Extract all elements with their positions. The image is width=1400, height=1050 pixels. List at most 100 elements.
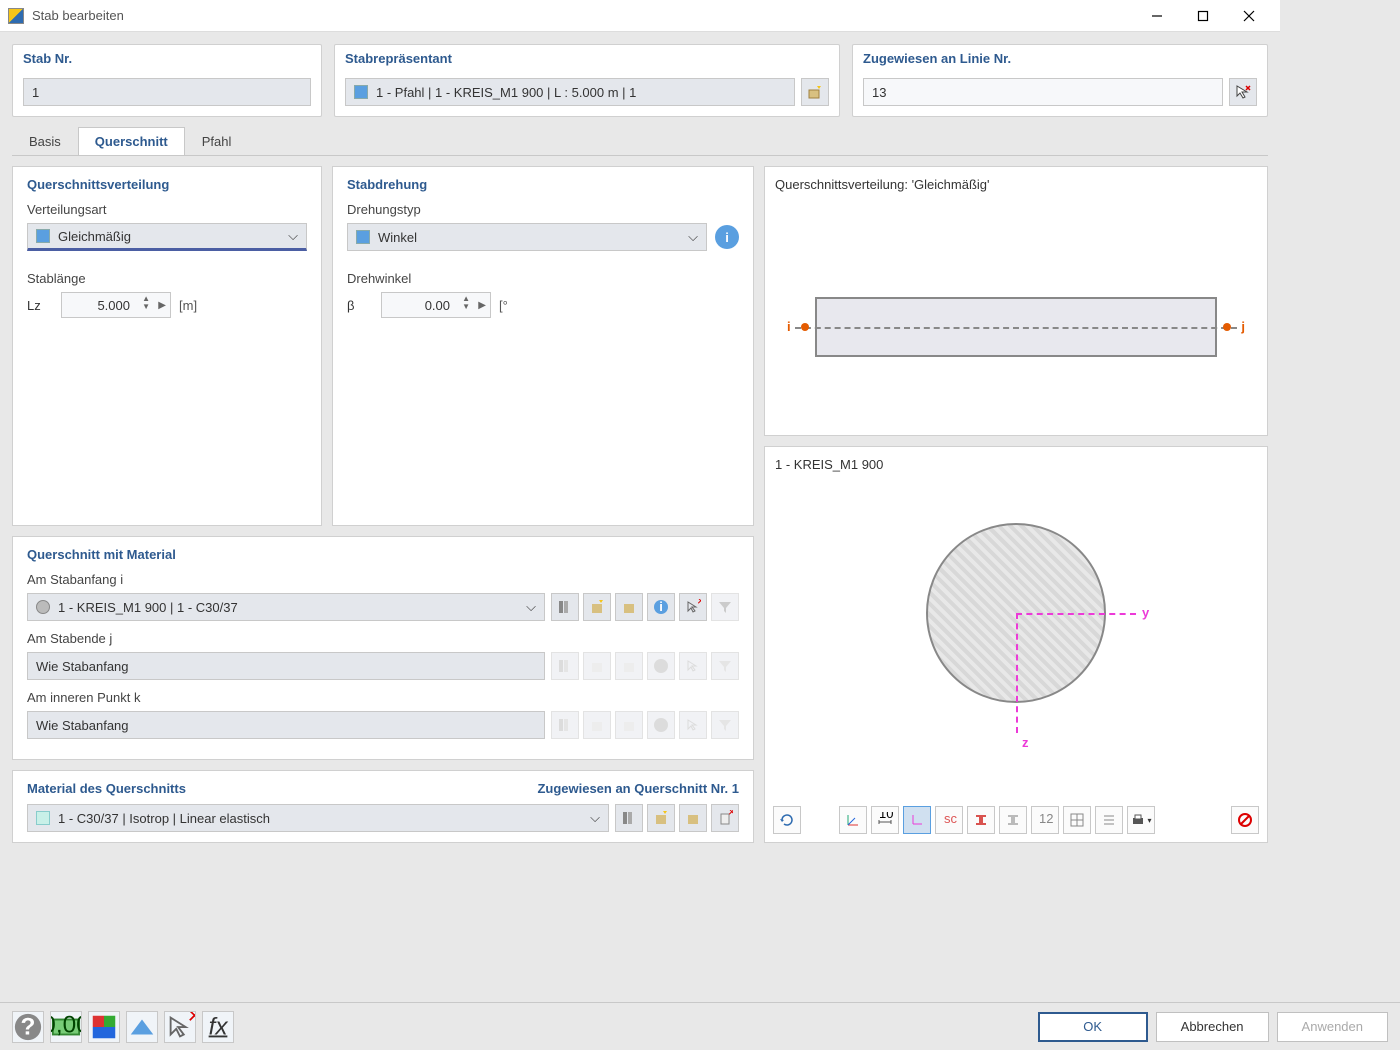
preview2-title: 1 - KREIS_M1 900: [775, 457, 1257, 472]
info-icon-button: [647, 711, 675, 739]
pick-line-button[interactable]: [1229, 78, 1257, 106]
swatch-icon: [356, 230, 370, 244]
cancel-button[interactable]: Abbrechen: [1156, 1012, 1269, 1042]
maximize-button[interactable]: [1180, 0, 1226, 32]
start-select[interactable]: 1 - KREIS_M1 900 | 1 - C30/37 ⌵: [27, 593, 545, 621]
end-label: Am Stabende j: [27, 631, 739, 646]
drehwinkel-unit: [°: [499, 298, 508, 313]
stab-nr-value: 1: [32, 85, 39, 100]
tab-strip: Basis Querschnitt Pfahl: [12, 127, 1268, 156]
new-button[interactable]: [647, 804, 675, 832]
preview-distribution: Querschnittsverteilung: 'Gleichmäßig' i …: [764, 166, 1268, 436]
tb-numbers-button[interactable]: 123: [1031, 806, 1059, 834]
drehungstyp-select[interactable]: Winkel ⌵: [347, 223, 707, 251]
tb-isection-button[interactable]: [967, 806, 995, 834]
svg-text:×: ×: [188, 1012, 196, 1029]
beta-symbol: β: [347, 298, 373, 313]
zugewiesen-value: 13: [872, 85, 886, 100]
repraesentant-edit-button[interactable]: [801, 78, 829, 106]
tb-cancel-button[interactable]: [1231, 806, 1259, 834]
function-button[interactable]: fx: [202, 1011, 234, 1043]
edit-button: [615, 711, 643, 739]
library-button: [551, 652, 579, 680]
stablaenge-input[interactable]: 5.000 ▲▼▶: [61, 292, 171, 318]
repraesentant-value: 1 - Pfahl | 1 - KREIS_M1 900 | L : 5.000…: [376, 85, 636, 100]
tb-isection-grey-button[interactable]: [999, 806, 1027, 834]
tab-querschnitt[interactable]: Querschnitt: [78, 127, 185, 155]
ok-button[interactable]: OK: [1038, 1012, 1148, 1042]
tb-localaxes-button[interactable]: [903, 806, 931, 834]
tb-grid-button[interactable]: [1063, 806, 1091, 834]
stablaenge-unit: [m]: [179, 298, 197, 313]
library-button[interactable]: [615, 804, 643, 832]
stablaenge-label: Stablänge: [27, 271, 307, 286]
new-button[interactable]: [583, 593, 611, 621]
end-select[interactable]: Wie Stabanfang: [27, 652, 545, 680]
tb-refresh-button[interactable]: [773, 806, 801, 834]
units-button[interactable]: 0,00: [50, 1011, 82, 1043]
help-button[interactable]: ?: [12, 1011, 44, 1043]
beam-centerline: [795, 327, 1237, 329]
preview-toolbar: 100 sc 123 ▾: [773, 806, 1259, 834]
verteilungsart-value: Gleichmäßig: [58, 229, 131, 244]
section-swatch-icon: [36, 600, 50, 614]
material-title: Querschnitt mit Material: [27, 547, 739, 562]
svg-text:100: 100: [879, 812, 893, 821]
filter-button[interactable]: [711, 593, 739, 621]
pick-button[interactable]: ×: [679, 593, 707, 621]
library-button: [551, 711, 579, 739]
drehung-title: Stabdrehung: [347, 177, 739, 192]
material-querschnitt-panel: Material des Querschnitts Zugewiesen an …: [12, 770, 754, 843]
bottom-bar: ? 0,00 × fx OK Abbrechen Anwenden: [0, 1002, 1400, 1050]
tb-list-button[interactable]: [1095, 806, 1123, 834]
tb-sc-button[interactable]: sc: [935, 806, 963, 834]
node-j: [1223, 323, 1231, 331]
material-swatch-icon: [36, 811, 50, 825]
preview-section: 1 - KREIS_M1 900 y z 100 sc 123 ▾: [764, 446, 1268, 843]
pick-button: [679, 652, 707, 680]
new-button: [583, 711, 611, 739]
swatch-icon: [36, 229, 50, 243]
zugewiesen-card: Zugewiesen an Linie Nr. 13: [852, 44, 1268, 117]
verteilung-title: Querschnittsverteilung: [27, 177, 307, 192]
repraesentant-field[interactable]: 1 - Pfahl | 1 - KREIS_M1 900 | L : 5.000…: [345, 78, 795, 106]
zugewiesen-label: Zugewiesen an Linie Nr.: [853, 45, 1267, 72]
stab-nr-label: Stab Nr.: [13, 45, 321, 72]
info-button[interactable]: i: [715, 225, 739, 249]
svg-text:sc: sc: [944, 812, 957, 826]
drehwinkel-input[interactable]: 0.00 ▲▼▶: [381, 292, 491, 318]
verteilungsart-label: Verteilungsart: [27, 202, 307, 217]
tb-axes-button[interactable]: [839, 806, 867, 834]
edit-button[interactable]: [615, 593, 643, 621]
minimize-button[interactable]: [1134, 0, 1180, 32]
tab-basis[interactable]: Basis: [12, 127, 78, 155]
close-button[interactable]: [1226, 0, 1272, 32]
edit-button[interactable]: [679, 804, 707, 832]
stab-nr-field[interactable]: 1: [23, 78, 311, 106]
repraesentant-card: Stabrepräsentant 1 - Pfahl | 1 - KREIS_M…: [334, 44, 840, 117]
axis-z-label: z: [1022, 735, 1029, 750]
zugewiesen-field[interactable]: 13: [863, 78, 1223, 106]
axis-y-label: y: [1142, 605, 1149, 620]
library-button[interactable]: [551, 593, 579, 621]
info-icon-button[interactable]: i: [647, 593, 675, 621]
drehungstyp-value: Winkel: [378, 230, 417, 245]
colors-button[interactable]: [88, 1011, 120, 1043]
view-button[interactable]: [126, 1011, 158, 1043]
lz-symbol: Lz: [27, 298, 53, 313]
inner-select[interactable]: Wie Stabanfang: [27, 711, 545, 739]
delete-button[interactable]: ×: [711, 804, 739, 832]
tab-pfahl[interactable]: Pfahl: [185, 127, 249, 155]
matq-select[interactable]: 1 - C30/37 | Isotrop | Linear elastisch …: [27, 804, 609, 832]
drehwinkel-value: 0.00: [425, 298, 450, 313]
tb-dims-button[interactable]: 100: [871, 806, 899, 834]
drehung-panel: Stabdrehung Drehungstyp Winkel ⌵ i Drehw…: [332, 166, 754, 526]
verteilungsart-select[interactable]: Gleichmäßig ⌵: [27, 223, 307, 251]
clear-pick-button[interactable]: ×: [164, 1011, 196, 1043]
tb-print-button[interactable]: ▾: [1127, 806, 1155, 834]
start-label: Am Stabanfang i: [27, 572, 739, 587]
verteilung-panel: Querschnittsverteilung Verteilungsart Gl…: [12, 166, 322, 526]
end-value: Wie Stabanfang: [36, 659, 129, 674]
apply-button[interactable]: Anwenden: [1277, 1012, 1388, 1042]
svg-text:?: ?: [21, 1013, 36, 1040]
